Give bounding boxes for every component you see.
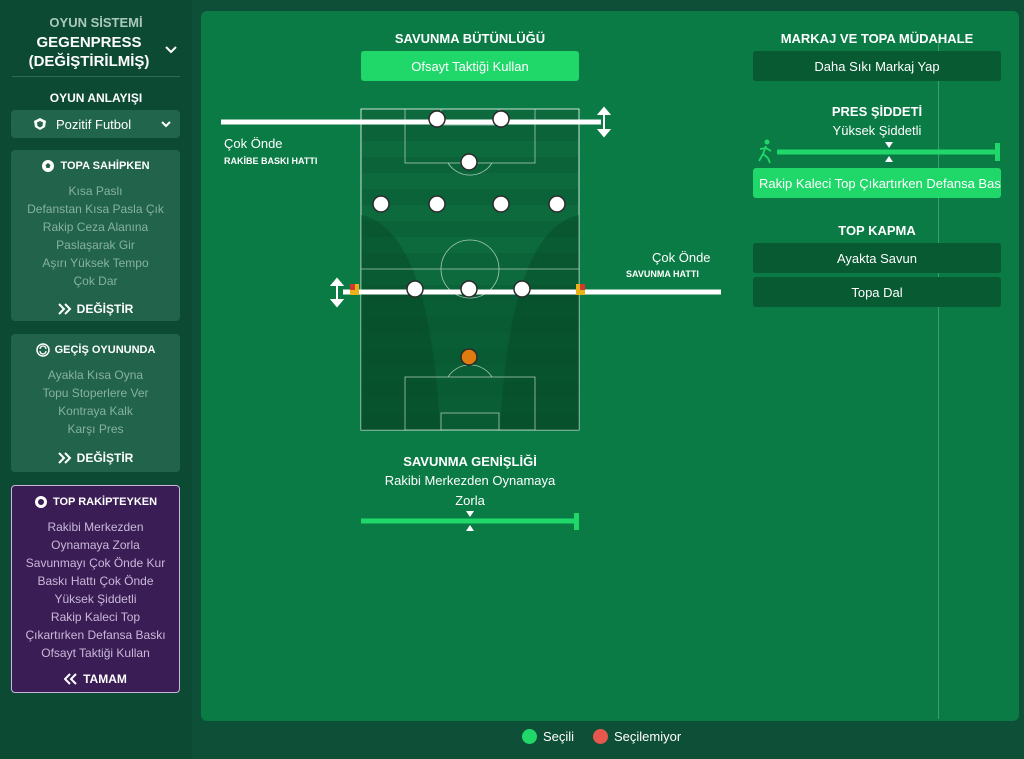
change-button[interactable]: DEĞİŞTİR bbox=[11, 451, 180, 465]
tactic-system-name[interactable]: GEGENPRESS (DEĞİŞTİRİLMİŞ) bbox=[14, 33, 164, 71]
instruction-item: Rakip Ceza Alanına bbox=[42, 220, 149, 234]
transition-card: GEÇİŞ OYUNUNDA Ayakla Kısa Oyna Topu Sto… bbox=[11, 334, 180, 472]
tighter-marking-button[interactable]: Daha Sıkı Markaj Yap bbox=[753, 51, 1001, 81]
instruction-item: Yüksek Şiddetli bbox=[54, 592, 137, 606]
marking-title: MARKAJ VE TOPA MÜDAHALE bbox=[780, 31, 974, 46]
instruction-item: Paslaşarak Gir bbox=[56, 238, 135, 252]
card-title: GEÇİŞ OYUNUNDA bbox=[54, 344, 156, 356]
instruction-item: Çok Dar bbox=[73, 274, 118, 288]
legend-unavailable-label: Seçilemiyor bbox=[614, 729, 682, 744]
get-stuck-in-button[interactable]: Topa Dal bbox=[753, 277, 1001, 307]
instruction-item: Kontraya Kalk bbox=[58, 404, 133, 418]
press-goalkeeper-button[interactable]: Rakip Kaleci Top Çıkartırken Defansa Bas… bbox=[753, 168, 1001, 198]
tactic-system-label: OYUN SİSTEMİ bbox=[49, 15, 143, 30]
selected-dot-icon bbox=[522, 729, 537, 744]
defense-icon bbox=[34, 496, 47, 508]
defensive-width-value-line1: Rakibi Merkezden Oynamaya bbox=[384, 473, 556, 488]
offside-trap-button[interactable]: Ofsayt Taktiği Kullan bbox=[361, 51, 579, 81]
card-title: TOP RAKİPTEYKEN bbox=[52, 496, 158, 508]
mentality-value: Pozitif Futbol bbox=[56, 116, 132, 132]
instruction-item: Aşırı Yüksek Tempo bbox=[42, 256, 149, 270]
instruction-item: Çıkartırken Defansa Baskı bbox=[25, 628, 166, 642]
shield-icon bbox=[34, 118, 46, 130]
change-button[interactable]: DEĞİŞTİR bbox=[11, 302, 180, 316]
chevron-down-icon[interactable] bbox=[164, 42, 178, 56]
ball-icon bbox=[42, 160, 55, 172]
defensive-line-value: Çok Önde bbox=[652, 250, 711, 265]
cycle-icon bbox=[35, 343, 50, 357]
sidebar: OYUN SİSTEMİ GEGENPRESS (DEĞİŞTİRİLMİŞ) … bbox=[0, 0, 192, 759]
defensive-width-value-line2: Zorla bbox=[455, 493, 485, 508]
engagement-line-value: Çok Önde bbox=[224, 136, 283, 151]
double-chevron-left-icon bbox=[64, 673, 77, 685]
chevron-down-icon bbox=[161, 121, 171, 128]
engagement-line-label: RAKİBE BASKI HATTI bbox=[224, 156, 318, 166]
done-button-label: TAMAM bbox=[83, 672, 127, 686]
instruction-item: Kısa Paslı bbox=[68, 184, 123, 198]
double-chevron-right-icon bbox=[57, 452, 72, 464]
double-chevron-right-icon bbox=[57, 303, 72, 315]
instruction-item: Defanstan Kısa Pasla Çık bbox=[27, 202, 164, 216]
change-button-label: DEĞİŞTİR bbox=[76, 302, 134, 316]
tactic-name-line2: (DEĞİŞTİRİLMİŞ) bbox=[28, 53, 150, 70]
defensive-line-label: SAVUNMA HATTI bbox=[626, 269, 699, 279]
unavailable-dot-icon bbox=[593, 729, 608, 744]
defensive-shape-title: SAVUNMA BÜTÜNLÜĞÜ bbox=[394, 31, 546, 46]
instruction-item: Ofsayt Taktiği Kullan bbox=[41, 646, 150, 660]
pressing-title: PRES ŞİDDETİ bbox=[831, 104, 923, 119]
instruction-item: Savunmayı Çok Önde Kur bbox=[25, 556, 166, 570]
tactic-name-line1: GEGENPRESS bbox=[36, 34, 142, 51]
instruction-item: Ayakla Kısa Oyna bbox=[47, 368, 144, 382]
instruction-item: Karşı Pres bbox=[67, 422, 124, 436]
tackling-title: TOP KAPMA bbox=[838, 223, 916, 238]
in-possession-card: TOPA SAHİPKEN Kısa Paslı Defanstan Kısa … bbox=[11, 150, 180, 321]
instruction-item: Rakip Kaleci Top bbox=[50, 610, 141, 624]
instruction-item: Topu Stoperlere Ver bbox=[42, 386, 149, 400]
legend-selected-label: Seçili bbox=[543, 729, 575, 744]
mentality-label: OYUN ANLAYIŞI bbox=[49, 91, 143, 105]
legend-unavailable: Seçilemiyor bbox=[593, 729, 681, 744]
divider bbox=[12, 76, 180, 77]
instruction-item: Baskı Hattı Çok Önde bbox=[37, 574, 154, 588]
out-of-possession-card: TOP RAKİPTEYKEN Rakibi Merkezden Oynamay… bbox=[11, 485, 180, 693]
legend-selected: Seçili bbox=[522, 729, 574, 744]
pressing-value: Yüksek Şiddetli bbox=[832, 123, 922, 138]
stay-on-feet-button[interactable]: Ayakta Savun bbox=[753, 243, 1001, 273]
defensive-width-title: SAVUNMA GENİŞLİĞİ bbox=[403, 454, 537, 469]
panel-divider bbox=[938, 37, 939, 719]
instruction-item: Rakibi Merkezden bbox=[47, 520, 144, 534]
instruction-item: Oynamaya Zorla bbox=[51, 538, 140, 552]
card-title: TOPA SAHİPKEN bbox=[60, 160, 150, 172]
change-button-label: DEĞİŞTİR bbox=[76, 451, 134, 465]
done-button[interactable]: TAMAM bbox=[12, 672, 179, 686]
mentality-dropdown[interactable]: Pozitif Futbol bbox=[11, 110, 180, 138]
